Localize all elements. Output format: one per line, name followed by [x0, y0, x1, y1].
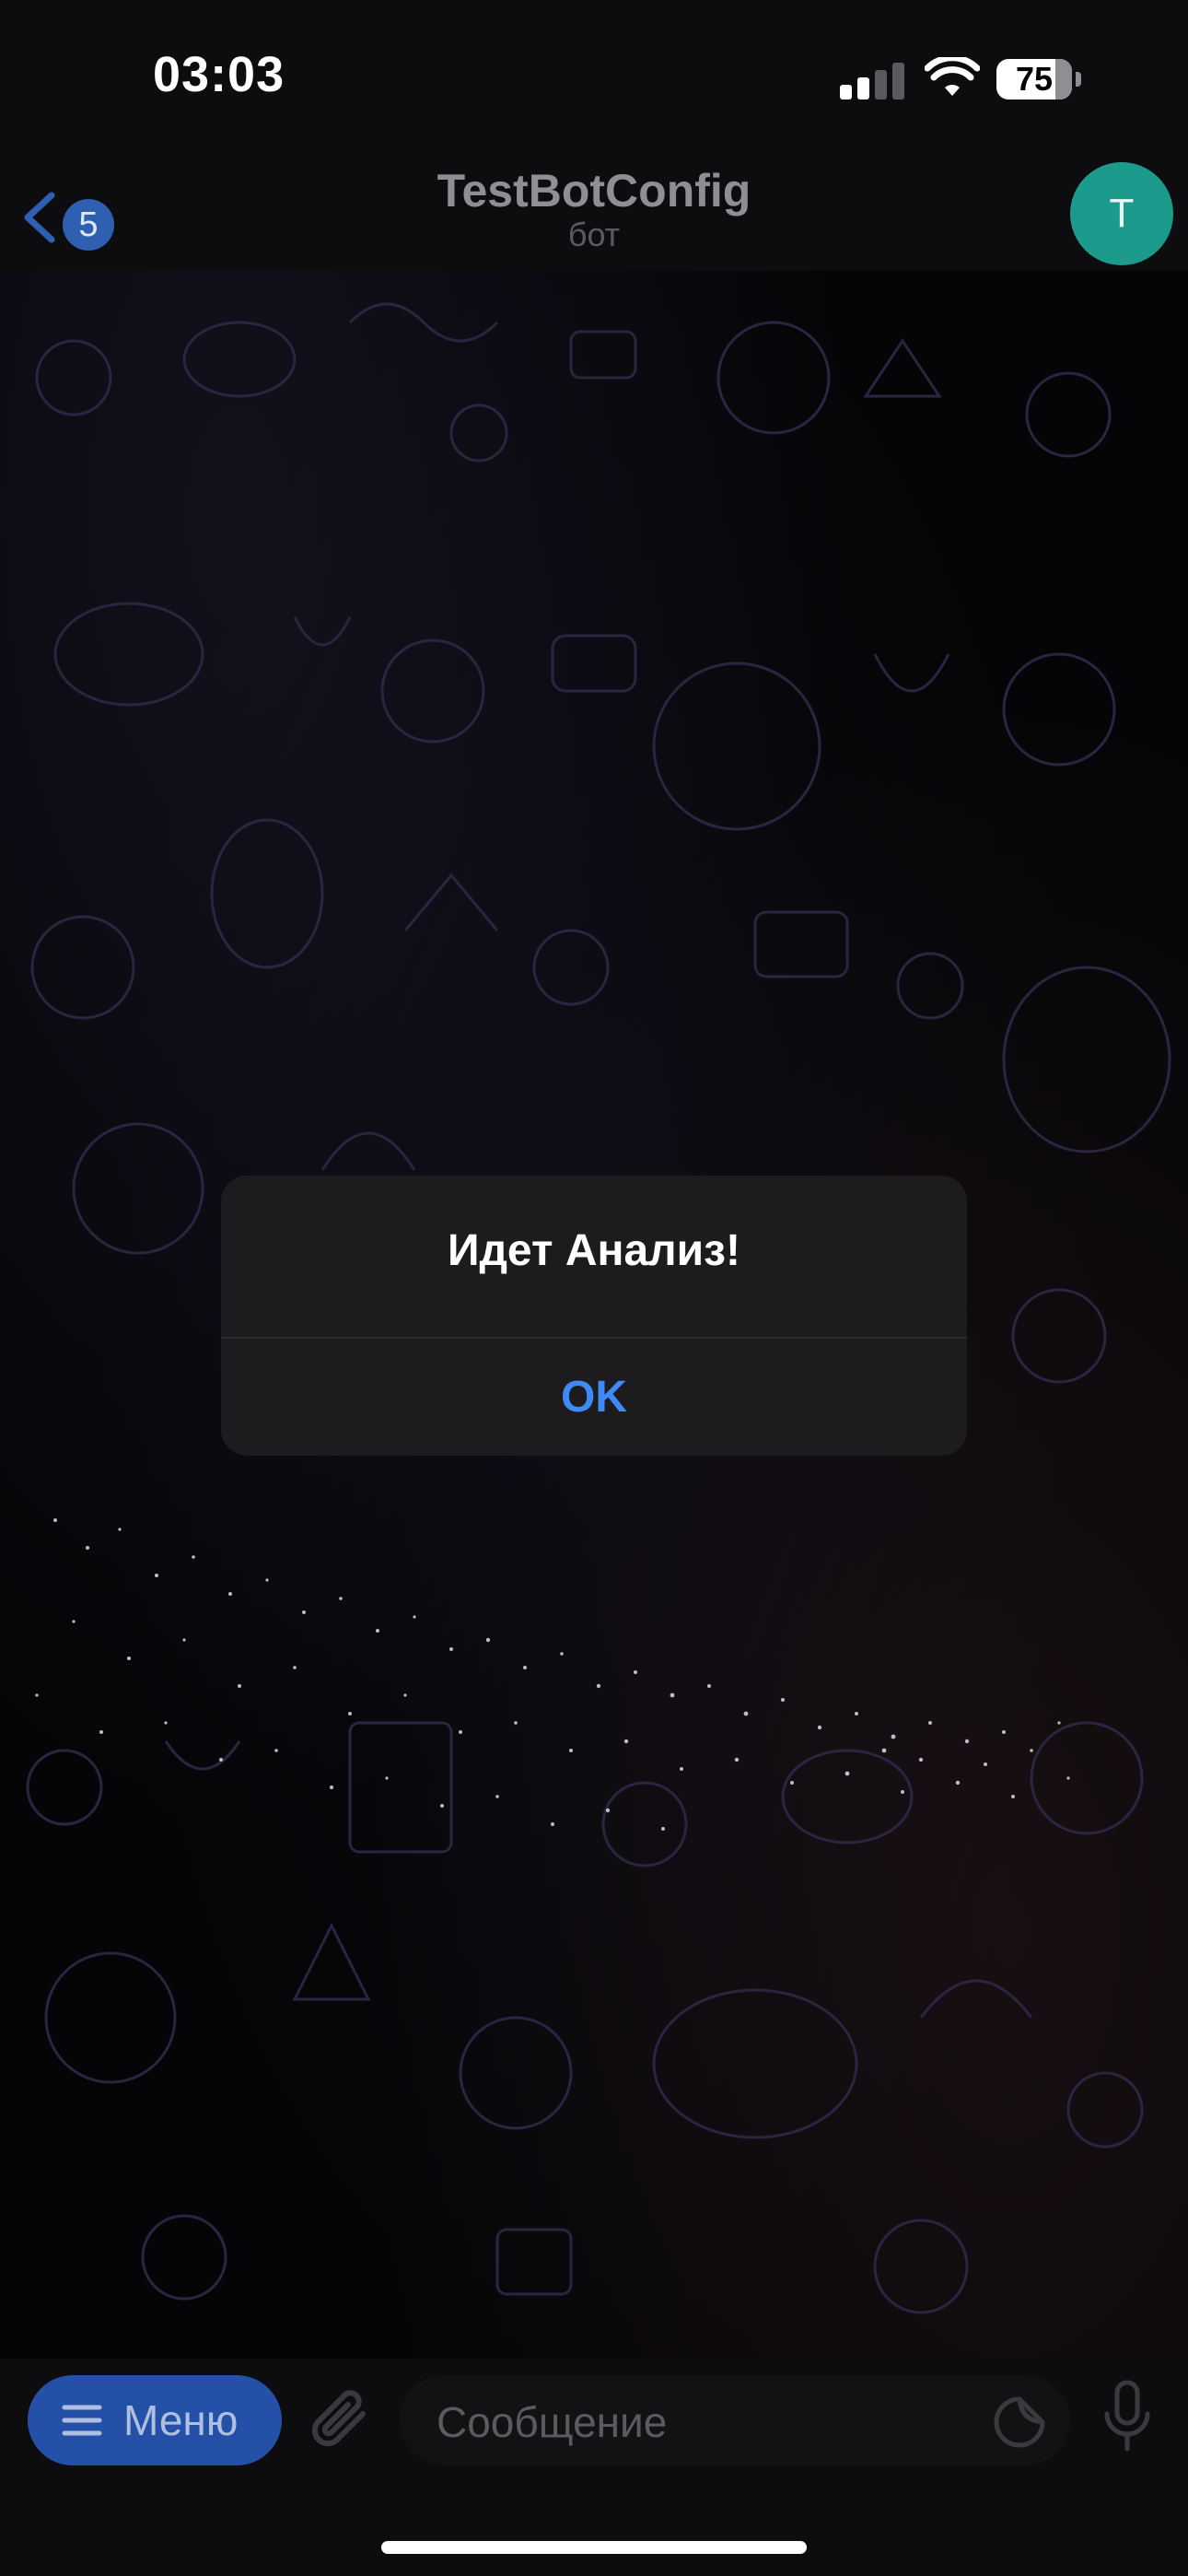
battery-nub [1076, 72, 1081, 87]
wifi-icon [925, 57, 980, 96]
back-button[interactable]: 5 [17, 179, 127, 252]
unread-count-badge: 5 [63, 199, 114, 251]
status-time: 03:03 [153, 47, 285, 102]
battery-icon: 75 [996, 59, 1072, 100]
chat-header: 5 TestBotConfig бот T [0, 157, 1188, 271]
menu-button[interactable]: Меню [28, 2375, 282, 2465]
chat-title[interactable]: TestBotConfig [318, 164, 870, 217]
menu-button-label: Меню [123, 2396, 239, 2444]
sticker-icon[interactable] [993, 2395, 1046, 2449]
alert-dialog: Идет Анализ! OK [221, 1176, 967, 1456]
chevron-left-icon [24, 192, 55, 243]
status-bar: 03:03 75 [0, 0, 1188, 157]
microphone-icon[interactable] [1100, 2379, 1155, 2454]
alert-title: Идет Анализ! [447, 1226, 741, 1275]
ok-button[interactable]: OK [221, 1339, 967, 1456]
paperclip-icon[interactable] [309, 2386, 374, 2454]
cellular-signal-icon [840, 63, 910, 100]
message-input[interactable]: Сообщение [400, 2375, 1070, 2465]
battery-level: 75 [1015, 60, 1054, 98]
message-placeholder: Сообщение [437, 2398, 668, 2446]
hamburger-icon [62, 2405, 102, 2436]
home-indicator[interactable] [381, 2541, 807, 2554]
chat-subtitle: бот [567, 216, 621, 253]
avatar[interactable]: T [1070, 162, 1173, 265]
disappearing-message-particles [35, 1518, 1070, 1831]
